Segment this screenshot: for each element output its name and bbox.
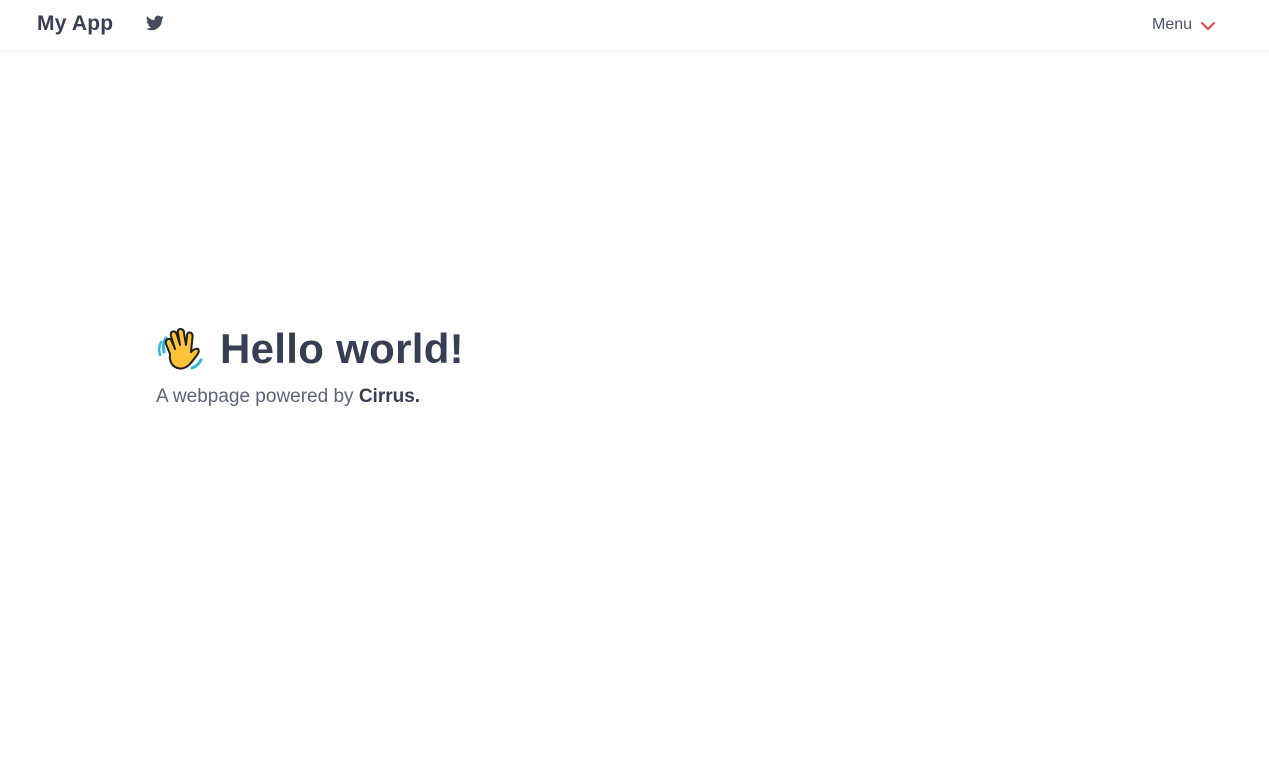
chevron-down-icon — [1200, 19, 1216, 31]
hero-section: Hello world! A webpage powered by Cirrus… — [156, 322, 464, 407]
hero-subtitle: A webpage powered by Cirrus. — [156, 386, 420, 408]
top-navbar: My App Menu — [0, 0, 1269, 50]
menu-label: Menu — [1152, 16, 1193, 33]
app-brand-link[interactable]: My App — [37, 12, 113, 36]
page-title: Hello world! — [156, 322, 464, 376]
hero-title-text: Hello world! — [220, 325, 464, 372]
menu-dropdown-toggle[interactable]: Menu — [1152, 14, 1216, 36]
twitter-icon[interactable] — [145, 15, 164, 31]
subtitle-prefix: A webpage powered by — [156, 386, 359, 407]
cirrus-brand-link[interactable]: Cirrus. — [359, 386, 420, 407]
waving-hand-icon — [156, 324, 206, 374]
